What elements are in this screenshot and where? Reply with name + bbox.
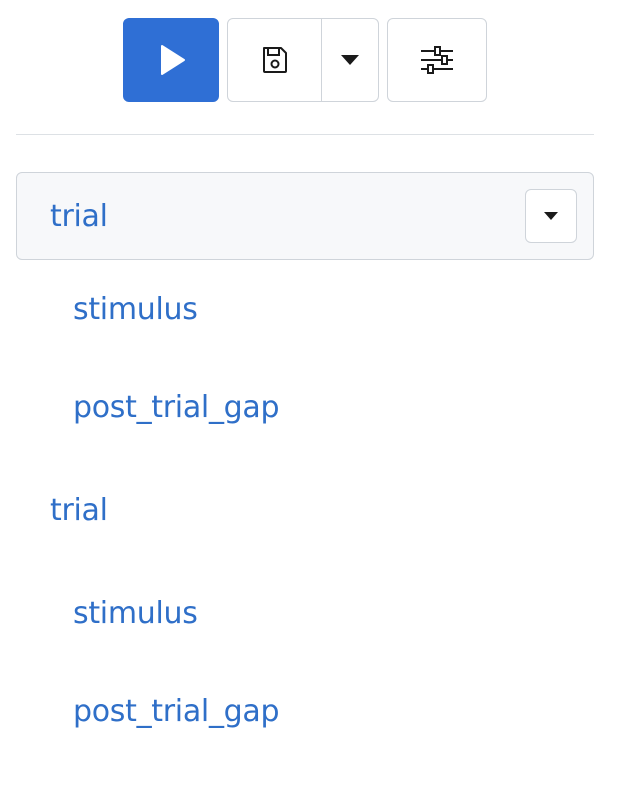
toolbar-divider (16, 134, 594, 135)
save-icon (262, 47, 287, 73)
play-icon (161, 45, 185, 75)
tree-item-trial[interactable]: trial (16, 172, 594, 260)
tree-item-post-trial-gap[interactable]: post_trial_gap (16, 358, 594, 456)
settings-button[interactable] (387, 18, 487, 102)
tree-item-trial[interactable]: trial (16, 456, 594, 564)
tree-item-label: post_trial_gap (73, 389, 280, 425)
tree-item-label: trial (50, 198, 108, 234)
save-options-button[interactable] (322, 19, 378, 101)
tree-item-stimulus[interactable]: stimulus (16, 260, 594, 358)
tree-item-post-trial-gap[interactable]: post_trial_gap (16, 662, 594, 760)
caret-down-icon (544, 212, 558, 220)
tree-item-label: stimulus (73, 291, 198, 327)
tree-item-label: stimulus (73, 595, 198, 631)
sliders-icon (421, 46, 453, 74)
save-split-button (227, 18, 379, 102)
save-button[interactable] (228, 19, 322, 101)
caret-down-icon (341, 55, 359, 65)
tree-item-label: trial (50, 492, 108, 528)
tree-item-label: post_trial_gap (73, 693, 280, 729)
timeline-tree: trial stimulus post_trial_gap trial stim… (16, 172, 594, 760)
item-menu-button[interactable] (525, 189, 577, 243)
tree-item-stimulus[interactable]: stimulus (16, 564, 594, 662)
run-button[interactable] (123, 18, 219, 102)
